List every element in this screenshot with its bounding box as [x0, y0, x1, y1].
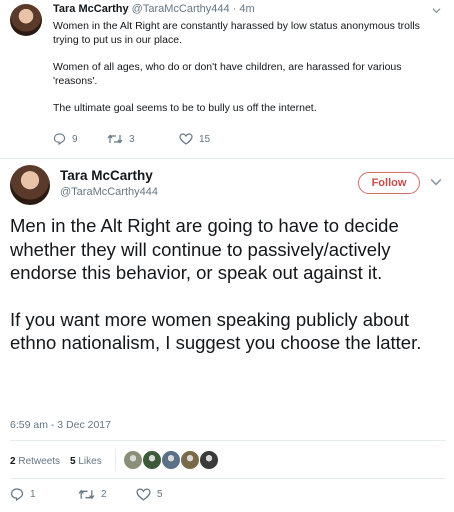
likes-stat[interactable]: 5 Likes	[70, 456, 102, 467]
likes-stat-count: 5	[70, 455, 76, 467]
divider	[0, 158, 454, 159]
liker-avatars	[123, 450, 219, 470]
divider	[115, 449, 116, 471]
reply-count: 1	[30, 489, 36, 500]
tweet-paragraph: If you want more women speaking publicly…	[10, 308, 422, 354]
like-icon	[136, 488, 151, 501]
liker-avatar[interactable]	[199, 450, 219, 470]
reply-count: 9	[72, 133, 78, 145]
retweets-stat-count: 2	[10, 455, 16, 467]
author-name[interactable]: Tara McCarthy	[60, 168, 153, 183]
retweets-stat[interactable]: 2 Retweets	[10, 456, 60, 467]
retweet-icon	[78, 489, 95, 500]
tweet-paragraph: Women of all ages, who do or don't have …	[53, 61, 402, 87]
liker-avatar[interactable]	[142, 450, 162, 470]
reply-icon	[53, 133, 66, 145]
tweet-paragraph: The ultimate goal seems to be to bully u…	[53, 102, 317, 114]
author-handle[interactable]: @TaraMcCarthy444	[60, 186, 158, 198]
retweet-button[interactable]: 3	[107, 133, 135, 145]
tweet-stats: 2 Retweets 5 Likes	[10, 450, 112, 472]
retweet-count: 3	[129, 133, 135, 145]
tweet-paragraph: Men in the Alt Right are going to have t…	[10, 215, 399, 283]
retweet-button[interactable]: 2	[78, 488, 107, 501]
retweet-icon	[107, 134, 123, 144]
like-icon	[179, 133, 193, 145]
likes-stat-label: Likes	[78, 455, 102, 467]
tweet-text: Men in the Alt Right are going to have t…	[10, 214, 446, 355]
tweet-text: Women in the Alt Right are constantly ha…	[53, 19, 445, 115]
reply-icon	[10, 488, 24, 501]
like-button[interactable]: 15	[179, 133, 210, 145]
divider	[10, 440, 446, 441]
liker-avatar[interactable]	[161, 450, 181, 470]
like-count: 15	[199, 133, 211, 145]
reply-context-tweet: Tara McCarthy @TaraMcCarthy444 · 4m Wome…	[0, 0, 454, 160]
reply-button[interactable]: 1	[10, 488, 36, 501]
avatar[interactable]	[10, 4, 42, 36]
like-button[interactable]: 5	[136, 488, 163, 501]
author-handle-time[interactable]: @TaraMcCarthy444 · 4m	[132, 3, 255, 15]
chevron-down-icon[interactable]	[432, 6, 441, 15]
like-count: 5	[157, 489, 163, 500]
retweets-stat-label: Retweets	[18, 455, 61, 467]
tweet-header: Tara McCarthy @TaraMcCarthy444 · 4m	[53, 3, 255, 15]
tweet-timestamp[interactable]: 6:59 am - 3 Dec 2017	[10, 419, 111, 431]
liker-avatar[interactable]	[123, 450, 143, 470]
chevron-down-icon[interactable]	[430, 176, 442, 188]
retweet-count: 2	[101, 489, 107, 500]
divider	[10, 478, 446, 479]
author-name[interactable]: Tara McCarthy	[53, 3, 129, 15]
tweet-paragraph: Women in the Alt Right are constantly ha…	[53, 20, 420, 46]
follow-button[interactable]: Follow	[358, 172, 420, 194]
liker-avatar[interactable]	[180, 450, 200, 470]
reply-button[interactable]: 9	[53, 133, 78, 145]
avatar[interactable]	[10, 165, 50, 205]
